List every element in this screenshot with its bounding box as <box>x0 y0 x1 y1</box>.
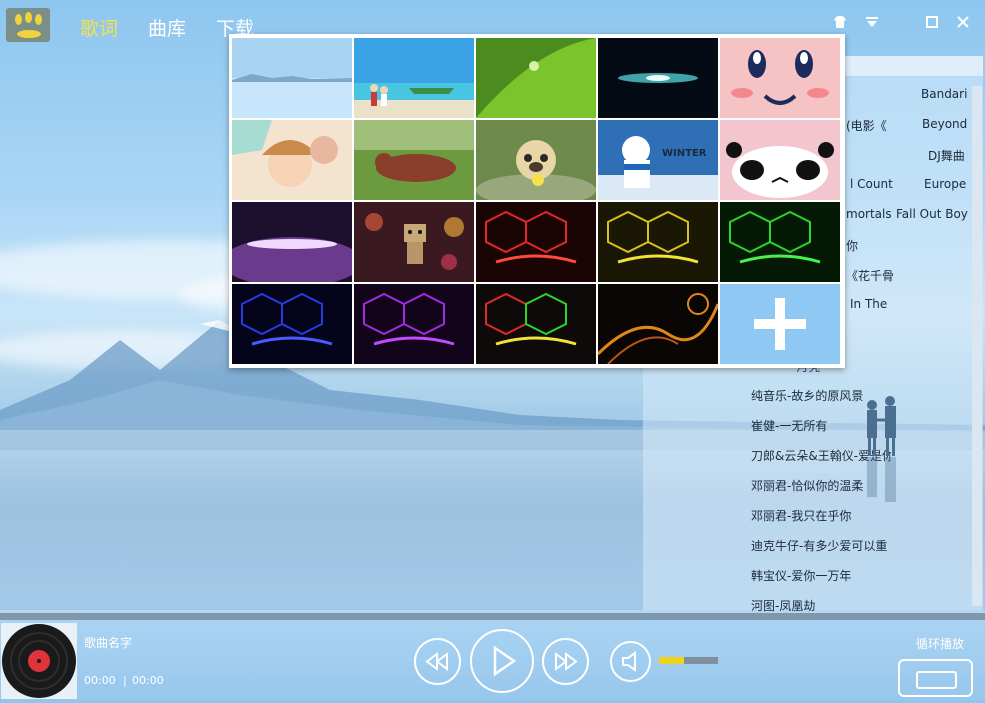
mini-mode-button[interactable] <box>898 659 973 697</box>
fast-forward-icon <box>555 652 578 671</box>
vinyl-disc-icon <box>2 624 76 698</box>
skin-tile[interactable] <box>720 38 840 118</box>
song-item[interactable]: 崔健-一无所有 <box>751 417 827 434</box>
svg-text:WINTER: WINTER <box>662 148 707 159</box>
song-item[interactable]: 韩宝仪-爱你一万年 <box>751 567 851 584</box>
song-item[interactable]: 邓丽君-恰似你的温柔 <box>751 477 863 494</box>
skin-tile[interactable] <box>232 38 352 118</box>
song-item-fragment[interactable]: l Count <box>850 177 893 191</box>
skin-tile[interactable] <box>354 38 474 118</box>
song-item[interactable]: 邓丽君-我只在乎你 <box>751 507 851 524</box>
skin-tile[interactable] <box>232 120 352 200</box>
play-icon <box>493 645 517 677</box>
skin-tile[interactable] <box>354 120 474 200</box>
logo-dot <box>25 12 32 23</box>
skin-tile[interactable] <box>476 284 596 364</box>
artist-item[interactable]: Bandari <box>921 87 967 101</box>
skin-tile[interactable] <box>476 38 596 118</box>
song-item[interactable]: 迪克牛仔-有多少爱可以重 <box>751 537 887 554</box>
menu-icon[interactable] <box>862 14 882 34</box>
skin-tile[interactable] <box>598 284 718 364</box>
skin-tile[interactable] <box>354 202 474 282</box>
maximize-icon[interactable] <box>922 14 942 34</box>
song-item[interactable]: 纯音乐-故乡的原风景 <box>751 387 863 404</box>
song-item-fragment[interactable]: 《花千骨 <box>846 267 894 284</box>
logo-base <box>17 30 41 38</box>
plus-icon <box>754 298 806 350</box>
current-time: 00:00 <box>84 674 116 687</box>
play-button[interactable] <box>470 629 534 693</box>
artist-item[interactable]: Beyond <box>922 117 967 131</box>
close-icon[interactable] <box>953 14 973 34</box>
playlist-scrollbar-thumb[interactable] <box>972 86 982 606</box>
tab-library[interactable]: 曲库 <box>148 14 186 41</box>
song-item-fragment[interactable]: 你 <box>846 237 858 254</box>
rewind-icon <box>425 652 448 671</box>
skin-tile[interactable] <box>232 202 352 282</box>
song-progress-track[interactable] <box>0 613 985 620</box>
volume-slider-fill[interactable] <box>659 657 684 664</box>
logo-dot <box>15 14 22 25</box>
skin-tile[interactable]: WINTER <box>598 120 718 200</box>
speaker-icon <box>622 651 636 672</box>
app-logo <box>6 8 50 42</box>
previous-button[interactable] <box>414 638 461 685</box>
artist-item[interactable]: Fall Out Boy <box>896 207 968 221</box>
mini-mode-icon <box>916 671 957 689</box>
skin-tile[interactable] <box>598 38 718 118</box>
skin-picker-panel: WINTER <box>229 34 845 368</box>
skin-tile[interactable] <box>720 202 840 282</box>
skin-tile[interactable] <box>598 202 718 282</box>
song-title: 歌曲名字 <box>84 636 133 650</box>
time-separator: | <box>123 674 127 687</box>
song-item-fragment[interactable]: In The <box>850 297 887 311</box>
song-item-fragment[interactable]: mortals <box>846 207 892 221</box>
add-skin-button[interactable] <box>720 284 840 364</box>
skin-tile[interactable] <box>720 120 840 200</box>
skin-tile[interactable] <box>476 202 596 282</box>
skin-icon[interactable] <box>830 14 850 34</box>
song-item[interactable]: 河图-凤凰劫 <box>751 597 815 614</box>
total-time: 00:00 <box>132 674 164 687</box>
song-item-fragment[interactable]: (电影《 <box>846 117 887 134</box>
next-button[interactable] <box>542 638 589 685</box>
volume-button[interactable] <box>610 641 651 682</box>
logo-dot <box>35 14 42 25</box>
artist-item[interactable]: Europe <box>924 177 966 191</box>
couple-silhouette <box>867 396 896 502</box>
skin-tile[interactable] <box>476 120 596 200</box>
skin-tile[interactable] <box>354 284 474 364</box>
play-mode-label[interactable]: 循环播放 <box>916 635 964 652</box>
tab-lyrics[interactable]: 歌词 <box>80 14 118 41</box>
album-cover <box>1 623 77 699</box>
artist-item[interactable]: DJ舞曲 <box>928 147 965 164</box>
skin-tile[interactable] <box>232 284 352 364</box>
